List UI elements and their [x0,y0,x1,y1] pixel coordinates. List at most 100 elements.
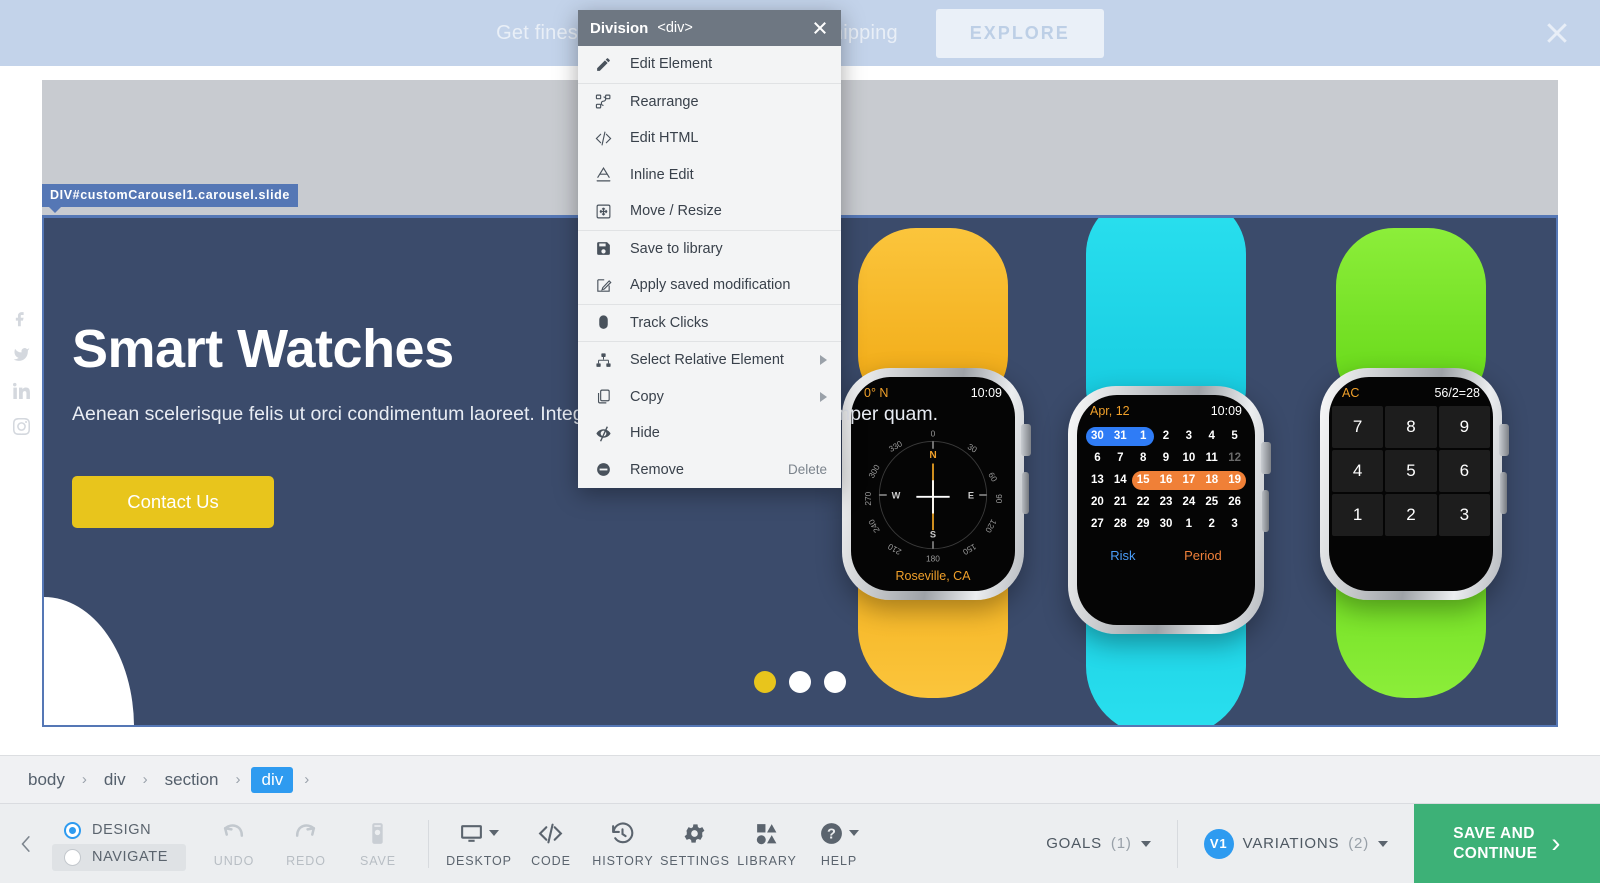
close-icon[interactable] [1542,18,1572,48]
calendar-day[interactable]: 16 [1155,473,1178,488]
calendar-day[interactable]: 25 [1200,495,1223,510]
carousel-dot-1[interactable] [754,671,776,693]
calendar-day[interactable]: 8 [1132,451,1155,466]
calendar-day[interactable]: 26 [1223,495,1246,510]
svg-text:120: 120 [983,518,999,535]
code-button[interactable]: CODE [515,819,587,868]
calendar-day[interactable]: 17 [1177,473,1200,488]
calendar-day[interactable]: 15 [1132,473,1155,488]
chevron-right-icon: › [1551,827,1561,858]
calendar-day[interactable]: 22 [1132,495,1155,510]
calendar-day[interactable]: 29 [1132,517,1155,532]
menu-item-hide[interactable]: Hide [578,415,841,452]
calendar-day[interactable]: 20 [1086,495,1109,510]
calculator-key[interactable]: 7 [1332,406,1384,448]
menu-item-select-relative-element[interactable]: Select Relative Element [578,342,841,379]
menu-item-label: Inline Edit [630,166,694,183]
calculator-ac-button[interactable]: AC [1342,386,1359,400]
calendar-day[interactable]: 23 [1155,495,1178,510]
calculator-key[interactable]: 9 [1438,406,1490,448]
calendar-day[interactable]: 1 [1177,517,1200,532]
breadcrumb-item-div-active[interactable]: div [251,766,294,793]
explore-button[interactable]: EXPLORE [935,8,1104,58]
undo-button[interactable]: UNDO [198,819,270,868]
calendar-day[interactable]: 27 [1086,517,1109,532]
menu-item-copy[interactable]: Copy [578,379,841,416]
breadcrumb-item-section[interactable]: section [159,768,225,792]
calculator-key[interactable]: 4 [1332,450,1384,492]
collapse-panel-button[interactable] [0,831,52,857]
calendar-day[interactable]: 19 [1223,473,1246,488]
menu-item-move-resize[interactable]: Move / Resize [578,193,841,230]
breadcrumb-item-body[interactable]: body [22,768,71,792]
calculator-key[interactable]: 8 [1385,406,1437,448]
calendar-week-row: 6 7 8 9 10 11 12 [1086,451,1246,466]
menu-item-apply-saved-modification[interactable]: Apply saved modification [578,267,841,304]
watch-case-3: AC 56/2=28 7 8 9 4 5 6 1 2 3 [1320,368,1509,600]
calendar-day[interactable]: 21 [1109,495,1132,510]
history-button[interactable]: HISTORY [587,819,659,868]
calculator-key[interactable]: 2 [1385,494,1437,536]
linkedin-icon[interactable] [12,382,30,399]
calculator-key[interactable]: 3 [1438,494,1490,536]
redo-button[interactable]: REDO [270,819,342,868]
variations-dropdown[interactable]: V1 VARIATIONS (2) [1178,828,1414,859]
save-button[interactable]: SAVE [342,819,414,868]
menu-item-track-clicks[interactable]: Track Clicks [578,305,841,342]
instagram-icon[interactable] [12,418,30,435]
goals-dropdown[interactable]: GOALS (1) [1020,835,1176,852]
calendar-risk-button[interactable]: Risk [1110,548,1135,563]
settings-button[interactable]: SETTINGS [659,819,731,868]
calendar-day[interactable]: 3 [1223,517,1246,532]
calculator-key[interactable]: 5 [1385,450,1437,492]
menu-item-rearrange[interactable]: Rearrange [578,84,841,121]
calendar-day[interactable]: 30 [1155,517,1178,532]
settings-label: SETTINGS [660,854,730,868]
calendar-day[interactable]: 9 [1155,451,1178,466]
menu-item-inline-edit[interactable]: Inline Edit [578,157,841,194]
calendar-day[interactable]: 11 [1200,451,1223,466]
breadcrumb-item-div[interactable]: div [98,768,132,792]
calendar-day[interactable]: 13 [1086,473,1109,488]
calendar-day[interactable]: 14 [1109,473,1132,488]
library-button[interactable]: LIBRARY [731,819,803,868]
calendar-day[interactable]: 18 [1200,473,1223,488]
menu-item-save-to-library[interactable]: Save to library [578,231,841,268]
twitter-icon[interactable] [13,346,30,363]
calendar-day[interactable]: 1 [1132,429,1155,444]
mode-design[interactable]: DESIGN [52,817,186,844]
calendar-day[interactable]: 12 [1223,451,1246,466]
calculator-key[interactable]: 6 [1438,450,1490,492]
calculator-key[interactable]: 1 [1332,494,1384,536]
menu-item-edit-element[interactable]: Edit Element [578,46,841,83]
mode-navigate[interactable]: NAVIGATE [52,843,186,871]
menu-item-edit-html[interactable]: Edit HTML [578,120,841,157]
contact-us-button[interactable]: Contact Us [72,476,274,528]
calendar-day[interactable]: 2 [1200,517,1223,532]
carousel-dot-3[interactable] [824,671,846,693]
calendar-day[interactable]: 7 [1109,451,1132,466]
desktop-view-button[interactable]: DESKTOP [443,819,515,868]
calendar-day[interactable]: 28 [1109,517,1132,532]
calendar-day[interactable]: 24 [1177,495,1200,510]
chevron-left-icon [20,835,30,852]
calendar-day[interactable]: 3 [1177,429,1200,444]
menu-item-remove[interactable]: Remove Delete [578,452,841,489]
calendar-day[interactable]: 31 [1109,429,1132,444]
watch-side-button-2 [1262,490,1269,532]
save-and-continue-button[interactable]: SAVE AND CONTINUE › [1414,803,1600,883]
svg-text:W: W [892,491,901,501]
calendar-day[interactable]: 30 [1086,429,1109,444]
context-menu-group: Rearrange Edit HTML Inline Edit Move / R… [578,84,841,231]
calendar-day[interactable]: 10 [1177,451,1200,466]
calendar-day[interactable]: 6 [1086,451,1109,466]
menu-item-label: Move / Resize [630,203,722,220]
help-button[interactable]: ? HELP [803,819,875,868]
carousel-dot-2[interactable] [789,671,811,693]
calendar-day[interactable]: 5 [1223,429,1246,444]
facebook-icon[interactable] [13,310,30,327]
close-icon[interactable] [811,19,829,37]
calendar-period-button[interactable]: Period [1184,548,1222,563]
calendar-day[interactable]: 2 [1155,429,1178,444]
calendar-day[interactable]: 4 [1200,429,1223,444]
